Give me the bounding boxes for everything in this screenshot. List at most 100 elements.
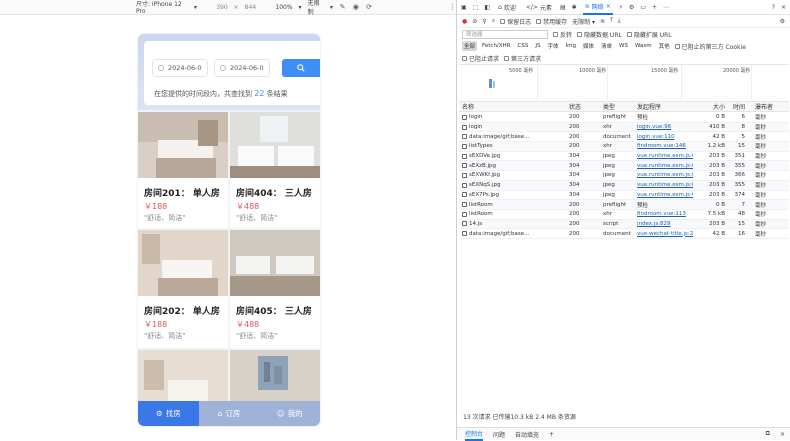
request-initiator[interactable]: vue.runtime.esm.js:67 (637, 153, 693, 159)
request-row[interactable]: data:image/gif;base... 200 document vue-wec… (459, 229, 789, 239)
close-icon[interactable]: × (606, 3, 611, 10)
room-card[interactable]: 房间405： 三人房 ￥488 "舒适、简洁" (230, 230, 320, 348)
eye-icon[interactable]: ◉ (352, 3, 359, 11)
request-initiator[interactable]: vue.runtime.esm.js:67 (637, 172, 693, 178)
type-chip[interactable]: CSS (516, 42, 531, 50)
search-icon[interactable]: ⌕ (492, 17, 495, 25)
chevron-down-icon[interactable]: ▾ (299, 4, 302, 11)
device-toggle-icon[interactable]: ▣ (461, 4, 467, 11)
request-initiator[interactable]: vue.runtime.esm.js:67 (637, 182, 693, 188)
request-initiator[interactable]: vue.runtime.esm.js:67 (637, 192, 693, 198)
blocked-requests-checkbox[interactable]: 已阻止请求 (462, 54, 499, 63)
request-row[interactable]: login 200 xhr login.vue:96 410 B 8 毫秒 (459, 122, 789, 133)
hide-ext-urls-checkbox[interactable]: 隐藏扩展 URL (626, 30, 672, 39)
col-status[interactable]: 状态 (569, 102, 603, 111)
blocked-cookies-checkbox[interactable]: 已阻止的第三方 Cookie (674, 42, 746, 51)
start-date-field[interactable]: 2024-06-0 (152, 59, 208, 77)
request-row[interactable]: login 200 preflight 预检 0 B 6 毫秒 (459, 113, 789, 123)
request-initiator[interactable]: login.vue:110 (637, 134, 693, 140)
zoom-select[interactable]: 100% (275, 4, 292, 11)
room-card[interactable]: 房间202： 单人房 ￥188 "舒适、简洁" (138, 230, 228, 348)
type-chip[interactable]: Fetch/XHR (480, 42, 513, 50)
type-chip[interactable]: 其他 (657, 41, 672, 51)
dock-icon[interactable]: ⧉ (766, 430, 770, 438)
invert-checkbox[interactable]: 反转 (553, 30, 572, 39)
room-card[interactable] (230, 350, 320, 402)
memory-icon[interactable]: ⚙ (629, 4, 634, 11)
type-chip[interactable]: WS (617, 42, 630, 50)
room-card[interactable] (138, 350, 228, 402)
col-time[interactable]: 时间 (725, 102, 745, 111)
filter-icon[interactable]: ⚲ (482, 18, 486, 25)
add-tab-icon[interactable]: + (549, 431, 554, 438)
upload-icon[interactable]: ⤒ (610, 17, 613, 25)
tab-book-room[interactable]: ⌂ 订房 (198, 401, 260, 426)
type-chip[interactable]: 媒体 (581, 41, 596, 51)
console-icon[interactable]: ▤ (560, 4, 566, 11)
tab-mine[interactable]: ☺ 我的 (259, 401, 320, 426)
request-initiator[interactable]: findroom.vue:113 (637, 211, 693, 217)
request-row[interactable]: 14.js 200 script index.js:829 203 B 15 毫秒 (459, 219, 789, 230)
record-icon[interactable]: ● (462, 18, 467, 25)
download-icon[interactable]: ⤓ (618, 17, 621, 25)
request-row[interactable]: listRoom 200 xhr findroom.vue:113 7.5 kB 48 毫秒 (459, 210, 789, 220)
third-party-checkbox[interactable]: 第三方请求 (504, 54, 541, 63)
request-row[interactable]: data:image/gif;base... 200 document login.v… (459, 132, 789, 143)
col-size[interactable]: 大小 (693, 102, 725, 111)
drawer-tab-autofill[interactable]: 自动填充 (515, 430, 539, 439)
bug-icon[interactable]: ✱ (572, 4, 577, 11)
end-date-field[interactable]: 2024-06-0 (214, 59, 270, 77)
network-overview[interactable]: 5000 毫秒 10000 毫秒 15000 毫秒 20000 毫秒 (459, 64, 789, 103)
settings-icon[interactable]: ⚙ (780, 18, 785, 25)
chevron-down-icon[interactable]: ▾ (194, 4, 197, 11)
col-initiator[interactable]: 发起程序 (637, 102, 693, 111)
room-card[interactable]: 房间201： 单人房 ￥188 "舒适、简洁" (138, 112, 228, 228)
throttle-select[interactable]: 无限制 ▾ (572, 17, 595, 26)
height-input[interactable]: 844 (245, 4, 256, 11)
close-icon[interactable]: × (781, 4, 786, 11)
type-chip[interactable]: 清单 (599, 41, 614, 51)
help-icon[interactable]: ? (772, 4, 775, 11)
inspect-icon[interactable]: ⬚ (473, 4, 479, 11)
throttle-select[interactable]: 无限制 (308, 0, 324, 16)
request-row[interactable]: listTypes 200 xhr findroom.vue:146 1.2 kB 15 毫… (459, 142, 789, 152)
drawer-tab-console[interactable]: 控制台 (465, 428, 484, 441)
more-icon[interactable]: ⋯ (663, 4, 669, 11)
type-chip[interactable]: 全部 (462, 41, 478, 51)
search-button[interactable] (282, 59, 320, 77)
type-chip[interactable]: Img (563, 42, 577, 50)
request-row[interactable]: sEX7Ps.jpg 304 jpeg vue.runtime.esm.js:67 20… (459, 191, 789, 201)
close-icon[interactable]: × (780, 431, 785, 438)
more-icon[interactable]: ⋮ (449, 3, 456, 11)
tab-elements[interactable]: </> 元素 (524, 0, 554, 15)
request-initiator[interactable]: index.js:829 (637, 221, 693, 227)
type-chip[interactable]: JS (533, 42, 542, 50)
request-row[interactable]: sEXDVe.jpg 304 jpeg vue.runtime.esm.js:67 20… (459, 152, 789, 162)
chevron-down-icon[interactable]: ▾ (330, 4, 333, 11)
rotate-icon[interactable]: ⟳ (365, 3, 372, 11)
clear-icon[interactable]: ⊘ (472, 18, 477, 25)
device-select[interactable]: 尺寸: iPhone 12 Pro (136, 0, 188, 15)
room-card[interactable]: 房间404： 三人房 ￥488 "舒适、简洁" (230, 112, 320, 228)
tab-network[interactable]: ≋ 网络 × (582, 0, 613, 15)
filter-input[interactable]: 筛选器 (462, 29, 548, 39)
width-input[interactable]: 390 (216, 4, 227, 11)
dock-icon[interactable]: ◧ (484, 4, 490, 11)
request-row[interactable]: sEXNqS.jpg 304 jpeg vue.runtime.esm.js:67 20… (459, 180, 789, 191)
drawer-tab-issues[interactable]: 问题 (493, 430, 505, 439)
request-initiator[interactable]: findroom.vue:146 (637, 143, 693, 149)
request-row[interactable]: sEXzB.jpg 304 jpeg vue.runtime.esm.js:67 203… (459, 161, 789, 172)
request-row[interactable]: sEXWKf.jpg 304 jpeg vue.runtime.esm.js:67 20… (459, 171, 789, 181)
col-type[interactable]: 类型 (603, 102, 637, 111)
app-icon[interactable]: ▭ (640, 4, 646, 11)
col-name[interactable]: 名称 (459, 102, 569, 111)
type-chip[interactable]: Wasm (633, 42, 654, 50)
hide-data-urls-checkbox[interactable]: 隐藏数据 URL (577, 30, 622, 39)
request-row[interactable]: listRoom 200 preflight 预检 0 B 7 毫秒 (459, 200, 789, 210)
request-initiator[interactable]: vue.runtime.esm.js:67 (637, 163, 693, 169)
tab-welcome[interactable]: ⌂ 欢迎 (496, 0, 518, 15)
type-chip[interactable]: 字体 (545, 41, 560, 51)
preserve-log-checkbox[interactable]: 保留日志 (500, 17, 531, 26)
request-initiator[interactable]: login.vue:96 (637, 124, 693, 130)
wifi-icon[interactable]: ≋ (600, 18, 605, 25)
